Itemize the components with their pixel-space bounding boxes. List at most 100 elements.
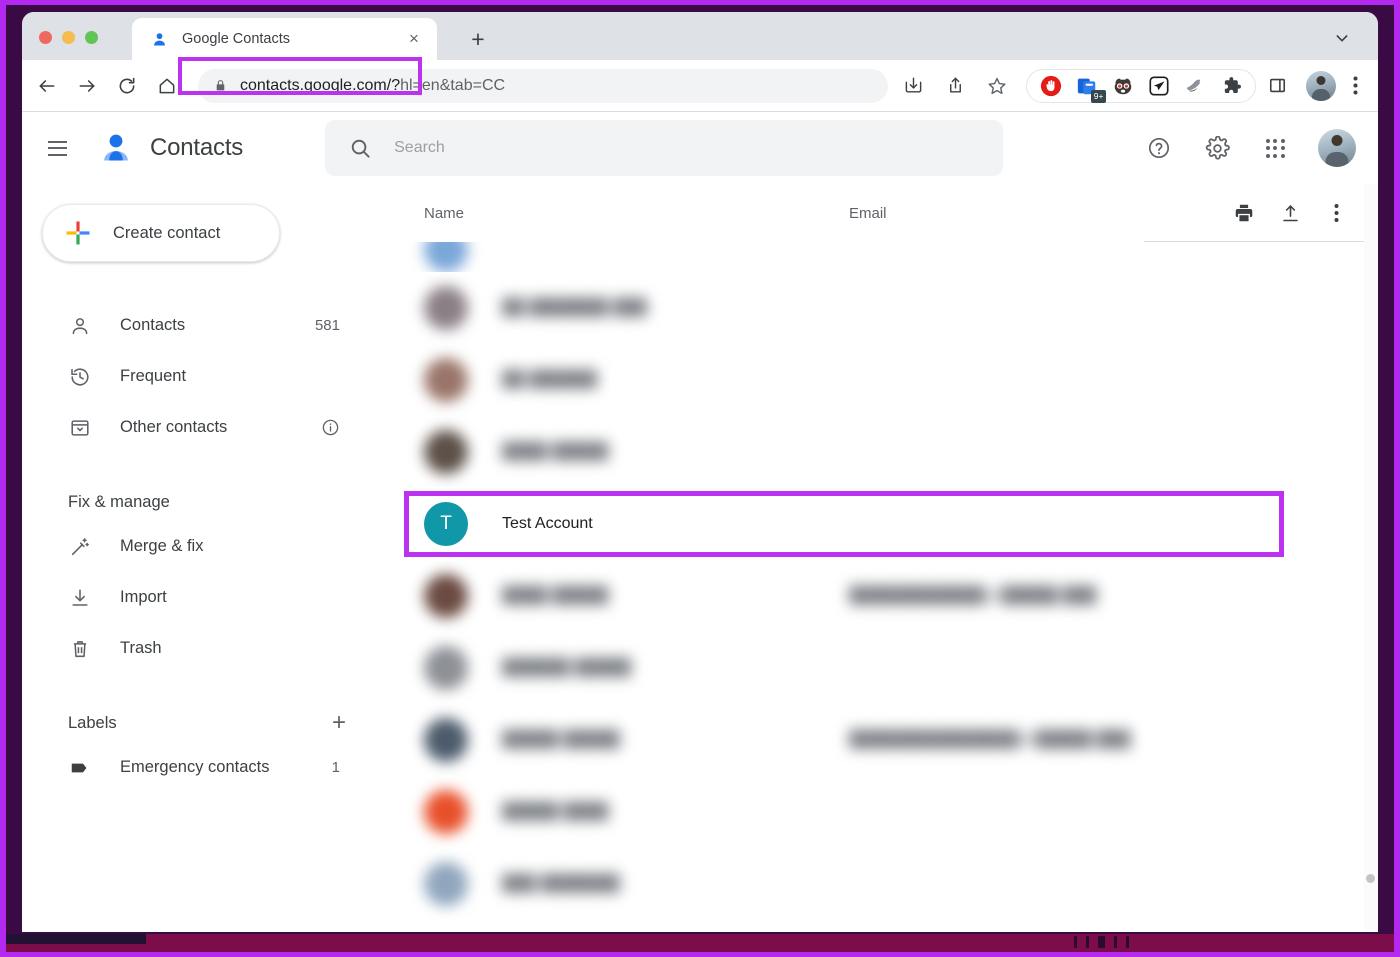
sidebar: Create contact Contacts 581 bbox=[22, 184, 402, 931]
puzzle-extensions-icon[interactable] bbox=[1218, 73, 1244, 99]
sidebar-item-trash[interactable]: Trash bbox=[22, 623, 380, 674]
menu-hamburger-icon[interactable] bbox=[36, 127, 78, 169]
table-row[interactable]: ██ ██████ bbox=[402, 344, 1378, 416]
avatar-test-account: T bbox=[424, 502, 468, 546]
more-vertical-icon[interactable] bbox=[1316, 193, 1356, 233]
table-row[interactable]: ████ █████ bbox=[402, 416, 1378, 488]
magic-wand-icon bbox=[68, 535, 92, 559]
address-bar[interactable]: contacts.google.com/? hl=en&tab=CC bbox=[198, 69, 888, 103]
adblock-icon[interactable] bbox=[1038, 73, 1064, 99]
avatar bbox=[424, 862, 468, 906]
sidebar-item-label: Trash bbox=[120, 639, 162, 658]
archive-down-icon bbox=[68, 416, 92, 440]
table-row[interactable] bbox=[402, 242, 1378, 272]
person-outline-icon bbox=[68, 314, 92, 338]
avatar bbox=[424, 646, 468, 690]
browser-tab[interactable]: Google Contacts × bbox=[132, 18, 437, 60]
lock-icon[interactable] bbox=[214, 78, 228, 94]
sidebar-item-emergency-contacts[interactable]: Emergency contacts 1 bbox=[22, 742, 380, 793]
export-upload-icon[interactable] bbox=[1270, 193, 1310, 233]
avatar bbox=[424, 574, 468, 618]
privacy-badger-icon[interactable] bbox=[1110, 73, 1136, 99]
bird-extension-icon[interactable] bbox=[1182, 73, 1208, 99]
table-row[interactable]: ██ ███████ ███ bbox=[402, 272, 1378, 344]
search-input[interactable] bbox=[394, 139, 1003, 157]
forward-arrow-icon[interactable] bbox=[70, 69, 104, 103]
window-maximize-button[interactable] bbox=[85, 31, 98, 44]
screenshot-root: Google Contacts × + bbox=[0, 0, 1400, 957]
section-title-label: Labels bbox=[68, 714, 117, 733]
contact-name: ███ ███████ bbox=[502, 875, 620, 893]
sidebar-item-label: Import bbox=[120, 588, 167, 607]
three-dot-menu-icon[interactable] bbox=[1342, 69, 1368, 103]
column-header-email: Email bbox=[849, 205, 887, 222]
contacts-rows: ██ ███████ ███ ██ ██████ ████ █████ bbox=[402, 242, 1378, 920]
app-title: Contacts bbox=[150, 134, 243, 162]
search-bar[interactable] bbox=[325, 120, 1003, 176]
sidebar-item-other-contacts[interactable]: Other contacts bbox=[22, 402, 380, 453]
google-contacts-favicon bbox=[150, 30, 168, 48]
sidebar-item-merge-fix[interactable]: Merge & fix bbox=[22, 521, 380, 572]
reload-icon[interactable] bbox=[110, 69, 144, 103]
table-row-test-account[interactable]: T Test Account bbox=[402, 488, 1378, 560]
scrollbar-track[interactable] bbox=[1364, 184, 1378, 931]
print-icon[interactable] bbox=[1224, 193, 1264, 233]
section-title-label: Fix & manage bbox=[68, 493, 170, 512]
create-contact-label: Create contact bbox=[113, 224, 220, 243]
avatar bbox=[424, 242, 468, 272]
new-tab-button[interactable]: + bbox=[462, 24, 494, 54]
app-header: Contacts bbox=[22, 112, 1378, 184]
home-icon[interactable] bbox=[150, 69, 184, 103]
create-label-button[interactable]: + bbox=[326, 710, 352, 736]
contact-name: ████ █████ bbox=[502, 587, 608, 605]
table-row[interactable]: ███ ███████ bbox=[402, 848, 1378, 920]
send-telegram-icon[interactable] bbox=[1146, 73, 1172, 99]
app-brand[interactable]: Contacts bbox=[98, 130, 243, 166]
sidebar-item-frequent[interactable]: Frequent bbox=[22, 351, 380, 402]
table-row[interactable]: ██████ █████ bbox=[402, 632, 1378, 704]
table-row[interactable]: █████ ████ bbox=[402, 776, 1378, 848]
app-header-actions bbox=[1130, 127, 1356, 169]
browser-profile-avatar[interactable] bbox=[1306, 71, 1336, 101]
install-app-icon[interactable] bbox=[896, 69, 930, 103]
scrollbar-thumb[interactable] bbox=[1366, 874, 1375, 883]
contact-email: ███████████████@█████.███ bbox=[849, 731, 1130, 749]
trash-icon bbox=[68, 637, 92, 661]
tab-manager-icon[interactable]: 9+ bbox=[1074, 73, 1100, 99]
label-tag-icon bbox=[68, 756, 92, 780]
chevron-down-icon[interactable] bbox=[1328, 24, 1356, 52]
sidebar-item-label: Emergency contacts bbox=[120, 758, 269, 777]
table-row[interactable]: ████ █████ ████████████@█████.███ bbox=[402, 560, 1378, 632]
sidebar-item-label: Merge & fix bbox=[120, 537, 203, 556]
table-row[interactable]: █████ █████ ███████████████@█████.███ bbox=[402, 704, 1378, 776]
sidebar-item-contacts[interactable]: Contacts 581 bbox=[22, 300, 380, 351]
info-icon[interactable] bbox=[321, 418, 340, 437]
apps-grid-icon[interactable] bbox=[1254, 127, 1296, 169]
url-text-highlighted: contacts.google.com/? bbox=[240, 77, 400, 95]
window-close-button[interactable] bbox=[39, 31, 52, 44]
sidebar-item-count: 1 bbox=[332, 759, 340, 776]
gear-icon[interactable] bbox=[1196, 127, 1238, 169]
contact-name: █████ █████ bbox=[502, 731, 620, 749]
account-avatar[interactable] bbox=[1318, 129, 1356, 167]
share-icon[interactable] bbox=[938, 69, 972, 103]
desktop-dock-strip bbox=[6, 934, 1394, 952]
browser-window: Google Contacts × + bbox=[22, 12, 1378, 932]
create-contact-button[interactable]: Create contact bbox=[42, 204, 280, 262]
contacts-logo-icon bbox=[98, 130, 134, 166]
tab-manager-badge: 9+ bbox=[1091, 90, 1106, 103]
bookmark-star-icon[interactable] bbox=[980, 69, 1014, 103]
tab-strip: Google Contacts × + bbox=[22, 12, 1378, 60]
search-icon bbox=[349, 137, 372, 160]
help-circle-icon[interactable] bbox=[1138, 127, 1180, 169]
contact-name: ██ ██████ bbox=[502, 371, 597, 389]
side-panel-icon[interactable] bbox=[1260, 69, 1294, 103]
avatar bbox=[424, 718, 468, 762]
sidebar-item-import[interactable]: Import bbox=[22, 572, 380, 623]
tab-close-icon[interactable]: × bbox=[401, 26, 427, 52]
window-minimize-button[interactable] bbox=[62, 31, 75, 44]
contact-name: ██████ █████ bbox=[502, 659, 631, 677]
list-actions bbox=[1218, 193, 1356, 233]
back-arrow-icon[interactable] bbox=[30, 69, 64, 103]
url-text-params: hl=en&tab=CC bbox=[400, 77, 505, 95]
